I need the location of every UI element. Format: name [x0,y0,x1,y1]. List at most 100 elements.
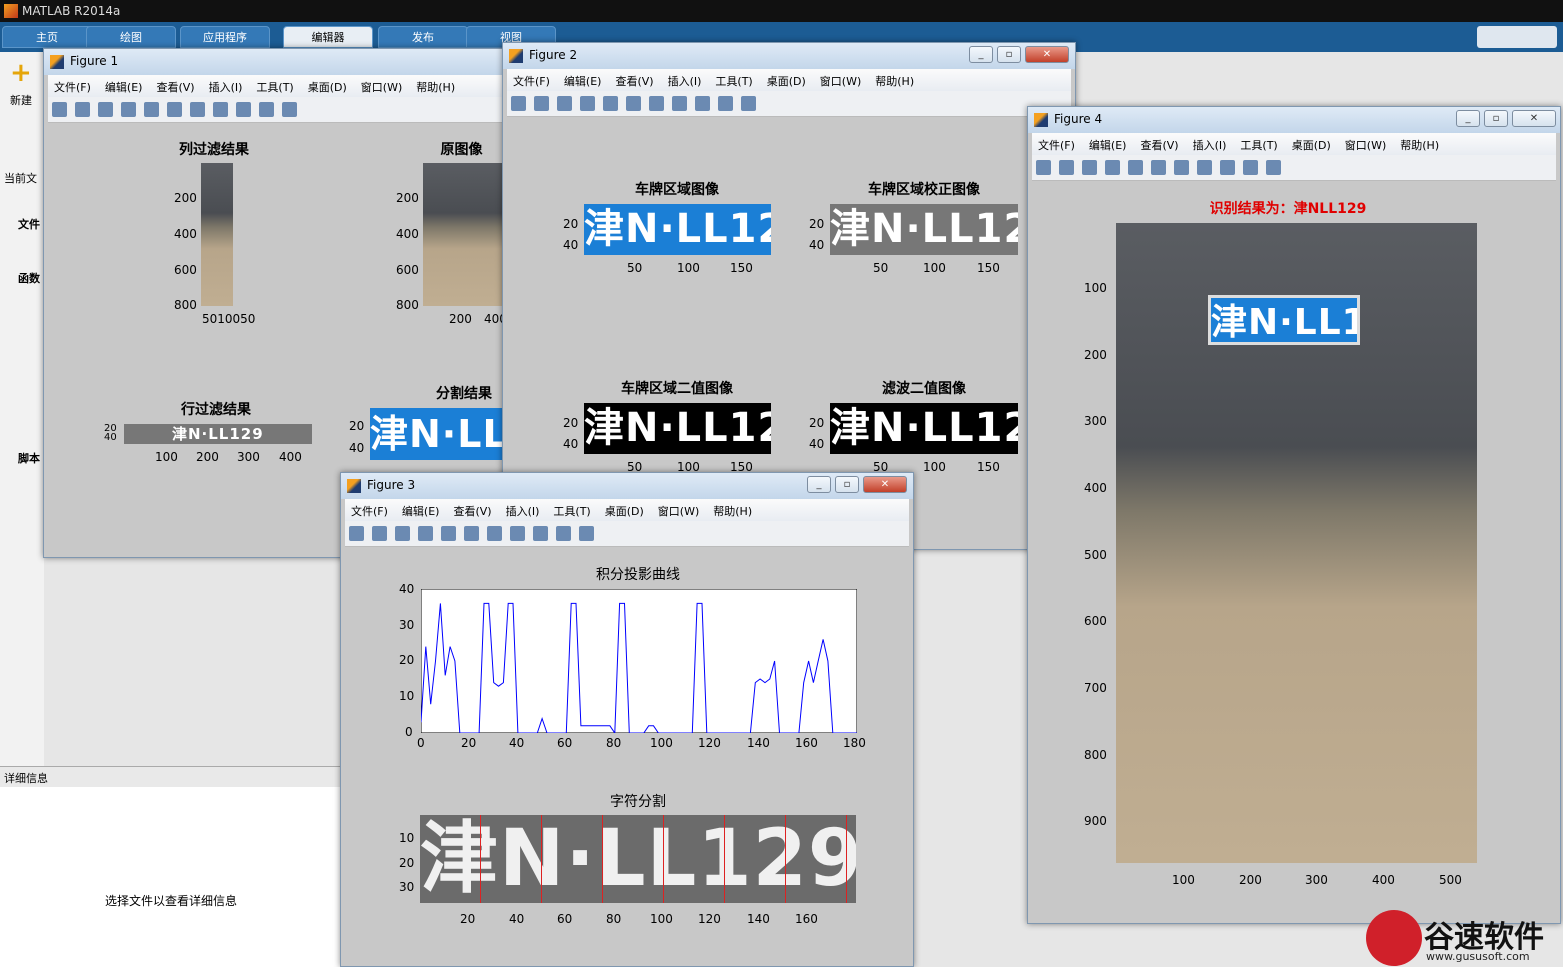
menu-insert[interactable]: 插入(I) [668,73,702,89]
menu-file[interactable]: 文件(F) [54,79,91,95]
menu-file[interactable]: 文件(F) [351,503,388,519]
figure-4-window[interactable]: Figure 4 _ ▫ ✕ 文件(F) 编辑(E) 查看(V) 插入(I) 工具(T)… [1027,106,1561,924]
menu-help[interactable]: 帮助(H) [713,503,752,519]
menu-view[interactable]: 查看(V) [156,79,194,95]
rotate-icon[interactable] [1220,160,1235,175]
zoom-out-icon[interactable] [190,102,205,117]
menu-help[interactable]: 帮助(H) [875,73,914,89]
menu-edit[interactable]: 编辑(E) [1089,137,1127,153]
close-button[interactable]: ✕ [1025,46,1069,63]
menu-tools[interactable]: 工具(T) [256,79,293,95]
figure-1-titlebar[interactable]: Figure 1 [44,49,512,75]
pointer-icon[interactable] [441,526,456,541]
brush-icon[interactable] [1266,160,1281,175]
figure-3-titlebar[interactable]: Figure 3 _ ▫ ✕ [341,473,913,499]
print-icon[interactable] [121,102,136,117]
minimize-button[interactable]: _ [807,476,831,493]
tab-plots[interactable]: 绘图 [86,26,176,48]
new-figure-icon[interactable] [52,102,67,117]
menu-insert[interactable]: 插入(I) [1193,137,1227,153]
menu-tools[interactable]: 工具(T) [1240,137,1277,153]
menu-file[interactable]: 文件(F) [1038,137,1075,153]
figure-2-titlebar[interactable]: Figure 2 _ ▫ ✕ [503,43,1075,69]
maximize-button[interactable]: ▫ [1484,110,1508,127]
menu-window[interactable]: 窗口(W) [361,79,402,95]
save-icon[interactable] [98,102,113,117]
zoom-in-icon[interactable] [167,102,182,117]
brush-icon[interactable] [579,526,594,541]
zoom-in-icon[interactable] [626,96,641,111]
datacursor-icon[interactable] [718,96,733,111]
zoom-in-icon[interactable] [1151,160,1166,175]
open-icon[interactable] [534,96,549,111]
print-icon[interactable] [580,96,595,111]
pan-icon[interactable] [672,96,687,111]
menu-insert[interactable]: 插入(I) [209,79,243,95]
menu-view[interactable]: 查看(V) [1140,137,1178,153]
new-figure-icon[interactable] [349,526,364,541]
menu-view[interactable]: 查看(V) [453,503,491,519]
tree-files[interactable]: 文件 [18,216,40,232]
rotate-icon[interactable] [236,102,251,117]
pan-icon[interactable] [213,102,228,117]
maximize-button[interactable]: ▫ [997,46,1021,63]
menu-edit[interactable]: 编辑(E) [402,503,440,519]
zoom-in-icon[interactable] [464,526,479,541]
new-plus-icon[interactable]: + [10,60,32,86]
pointer-icon[interactable] [1128,160,1143,175]
menu-tools[interactable]: 工具(T) [553,503,590,519]
rotate-icon[interactable] [695,96,710,111]
new-button-label[interactable]: 新建 [10,92,32,108]
menu-desktop[interactable]: 桌面(D) [605,503,644,519]
menu-window[interactable]: 窗口(W) [820,73,861,89]
pointer-icon[interactable] [603,96,618,111]
print-icon[interactable] [1105,160,1120,175]
tree-functions[interactable]: 函数 [18,270,40,286]
menu-help[interactable]: 帮助(H) [1400,137,1439,153]
menu-help[interactable]: 帮助(H) [416,79,455,95]
new-figure-icon[interactable] [1036,160,1051,175]
menu-desktop[interactable]: 桌面(D) [767,73,806,89]
datacursor-icon[interactable] [1243,160,1258,175]
figure-3-window[interactable]: Figure 3 _ ▫ ✕ 文件(F) 编辑(E) 查看(V) 插入(I) 工具(T)… [340,472,914,967]
zoom-out-icon[interactable] [487,526,502,541]
save-icon[interactable] [395,526,410,541]
menu-edit[interactable]: 编辑(E) [105,79,143,95]
close-button[interactable]: ✕ [1512,110,1556,127]
minimize-button[interactable]: _ [969,46,993,63]
minimize-button[interactable]: _ [1456,110,1480,127]
menu-desktop[interactable]: 桌面(D) [1292,137,1331,153]
new-figure-icon[interactable] [511,96,526,111]
open-icon[interactable] [75,102,90,117]
figure-4-titlebar[interactable]: Figure 4 _ ▫ ✕ [1028,107,1560,133]
open-icon[interactable] [1059,160,1074,175]
rotate-icon[interactable] [533,526,548,541]
datacursor-icon[interactable] [556,526,571,541]
menu-window[interactable]: 窗口(W) [658,503,699,519]
save-icon[interactable] [557,96,572,111]
close-button[interactable]: ✕ [863,476,907,493]
maximize-button[interactable]: ▫ [835,476,859,493]
tab-apps[interactable]: 应用程序 [180,26,270,48]
pan-icon[interactable] [510,526,525,541]
tree-scripts[interactable]: 脚本 [18,450,40,466]
pan-icon[interactable] [1197,160,1212,175]
zoom-out-icon[interactable] [1174,160,1189,175]
tab-publish[interactable]: 发布 [378,26,468,48]
pointer-icon[interactable] [144,102,159,117]
tab-home[interactable]: 主页 [2,26,92,48]
quick-access-toolbar[interactable] [1477,26,1557,48]
menu-tools[interactable]: 工具(T) [715,73,752,89]
save-icon[interactable] [1082,160,1097,175]
menu-desktop[interactable]: 桌面(D) [308,79,347,95]
menu-edit[interactable]: 编辑(E) [564,73,602,89]
tab-editor[interactable]: 编辑器 [283,26,373,48]
brush-icon[interactable] [741,96,756,111]
datacursor-icon[interactable] [259,102,274,117]
brush-icon[interactable] [282,102,297,117]
menu-view[interactable]: 查看(V) [615,73,653,89]
menu-insert[interactable]: 插入(I) [506,503,540,519]
open-icon[interactable] [372,526,387,541]
menu-window[interactable]: 窗口(W) [1345,137,1386,153]
zoom-out-icon[interactable] [649,96,664,111]
